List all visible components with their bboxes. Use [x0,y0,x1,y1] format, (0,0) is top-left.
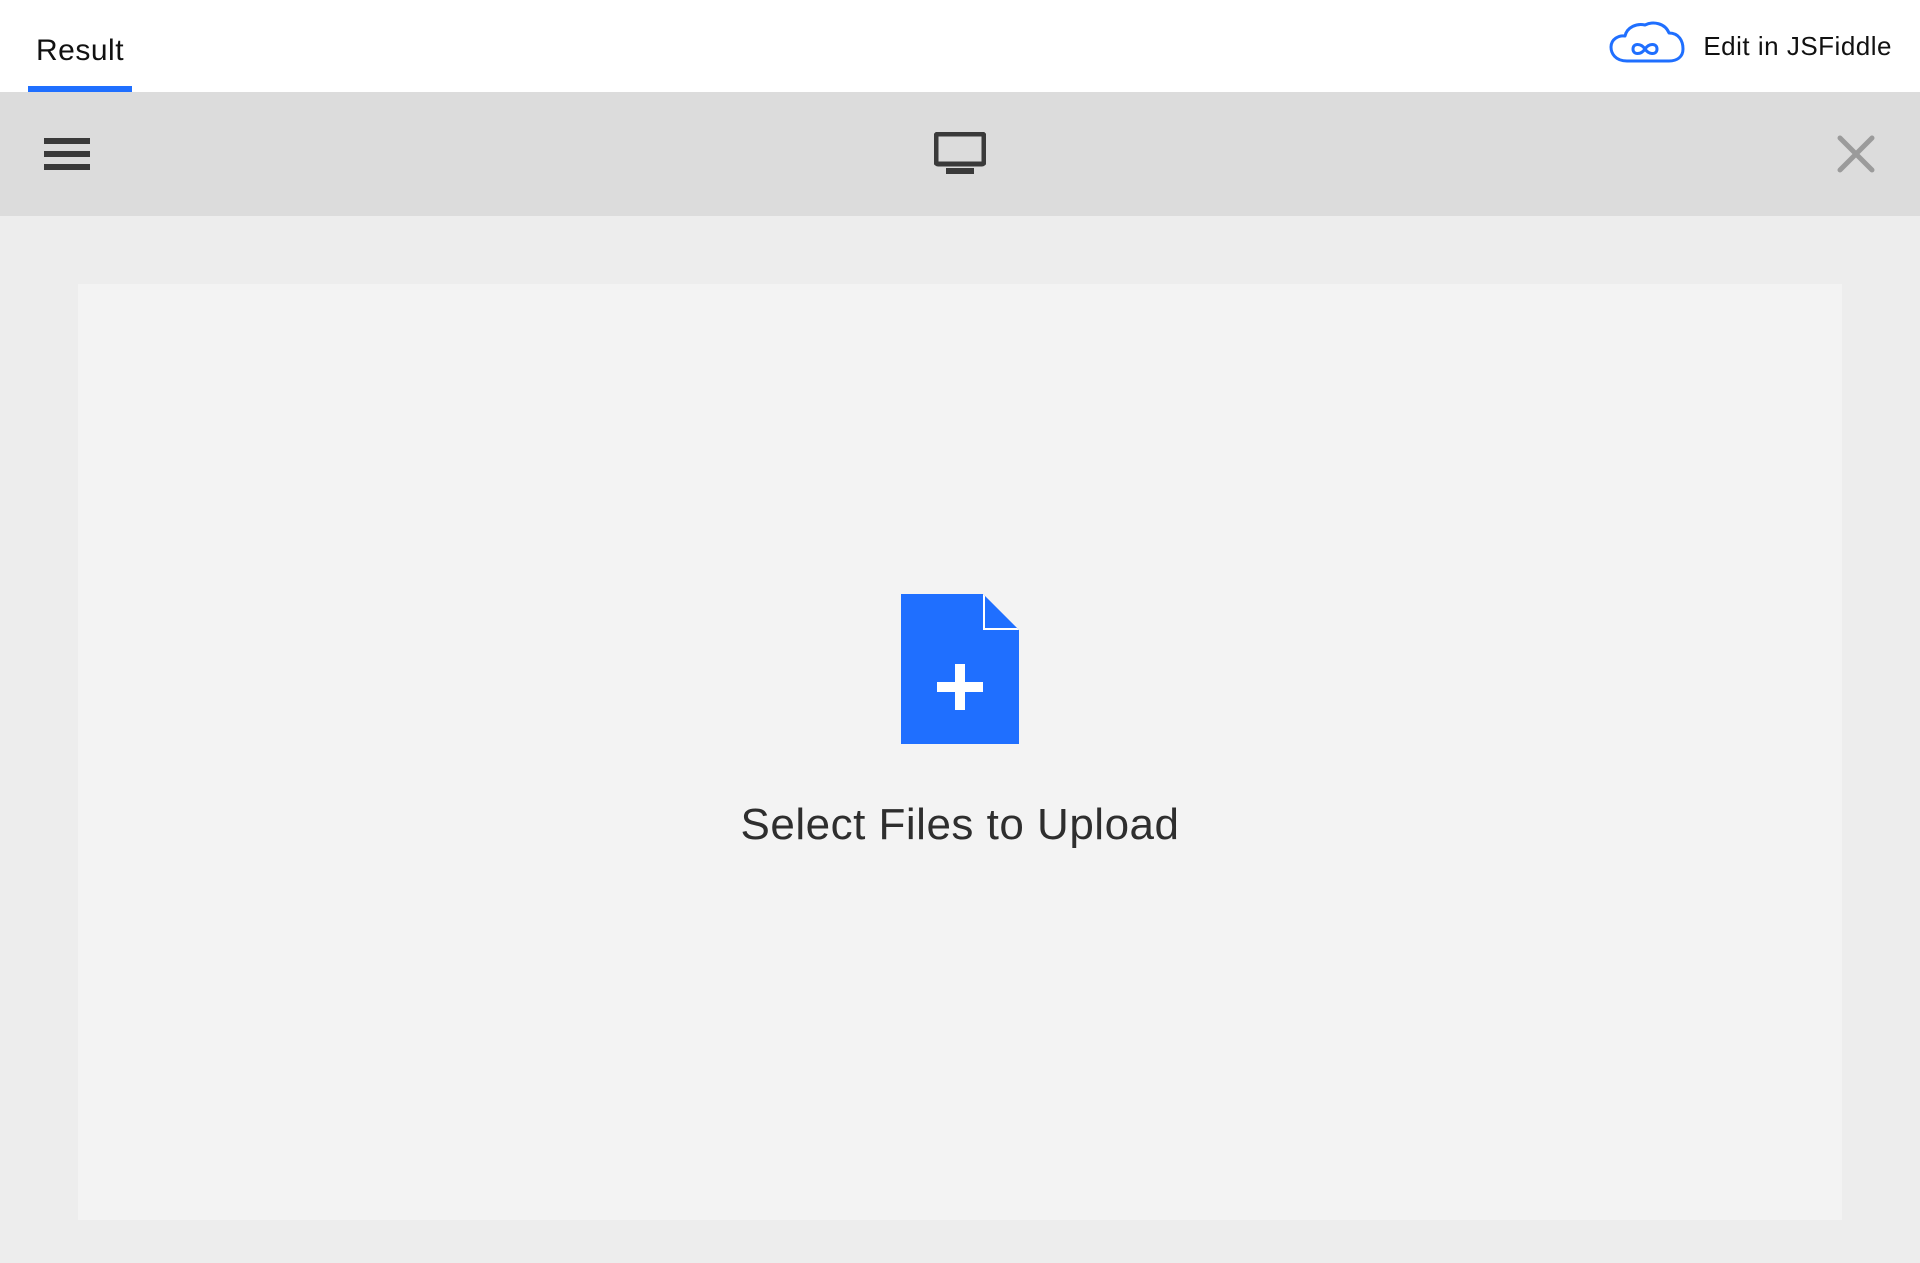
hamburger-icon [44,136,90,172]
jsfiddle-bar: Result Edit in JSFiddle [0,0,1920,92]
app-body: Select Files to Upload [0,216,1920,1220]
device-source-button[interactable] [934,132,986,176]
tab-result[interactable]: Result [28,34,132,92]
jsfiddle-tabs: Result [28,0,132,92]
edit-in-jsfiddle-link[interactable]: Edit in JSFiddle [1607,21,1892,71]
file-add-icon [901,594,1019,744]
close-button[interactable] [1836,134,1876,174]
close-icon [1836,134,1876,174]
app-frame: Select Files to Upload [0,92,1920,1263]
upload-dropzone[interactable]: Select Files to Upload [78,284,1842,1220]
edit-in-jsfiddle-label: Edit in JSFiddle [1703,31,1892,62]
upload-prompt-label: Select Files to Upload [741,800,1180,850]
monitor-icon [934,132,986,176]
app-header [0,92,1920,216]
hamburger-menu-button[interactable] [44,136,90,172]
cloud-infinity-icon [1607,21,1685,71]
